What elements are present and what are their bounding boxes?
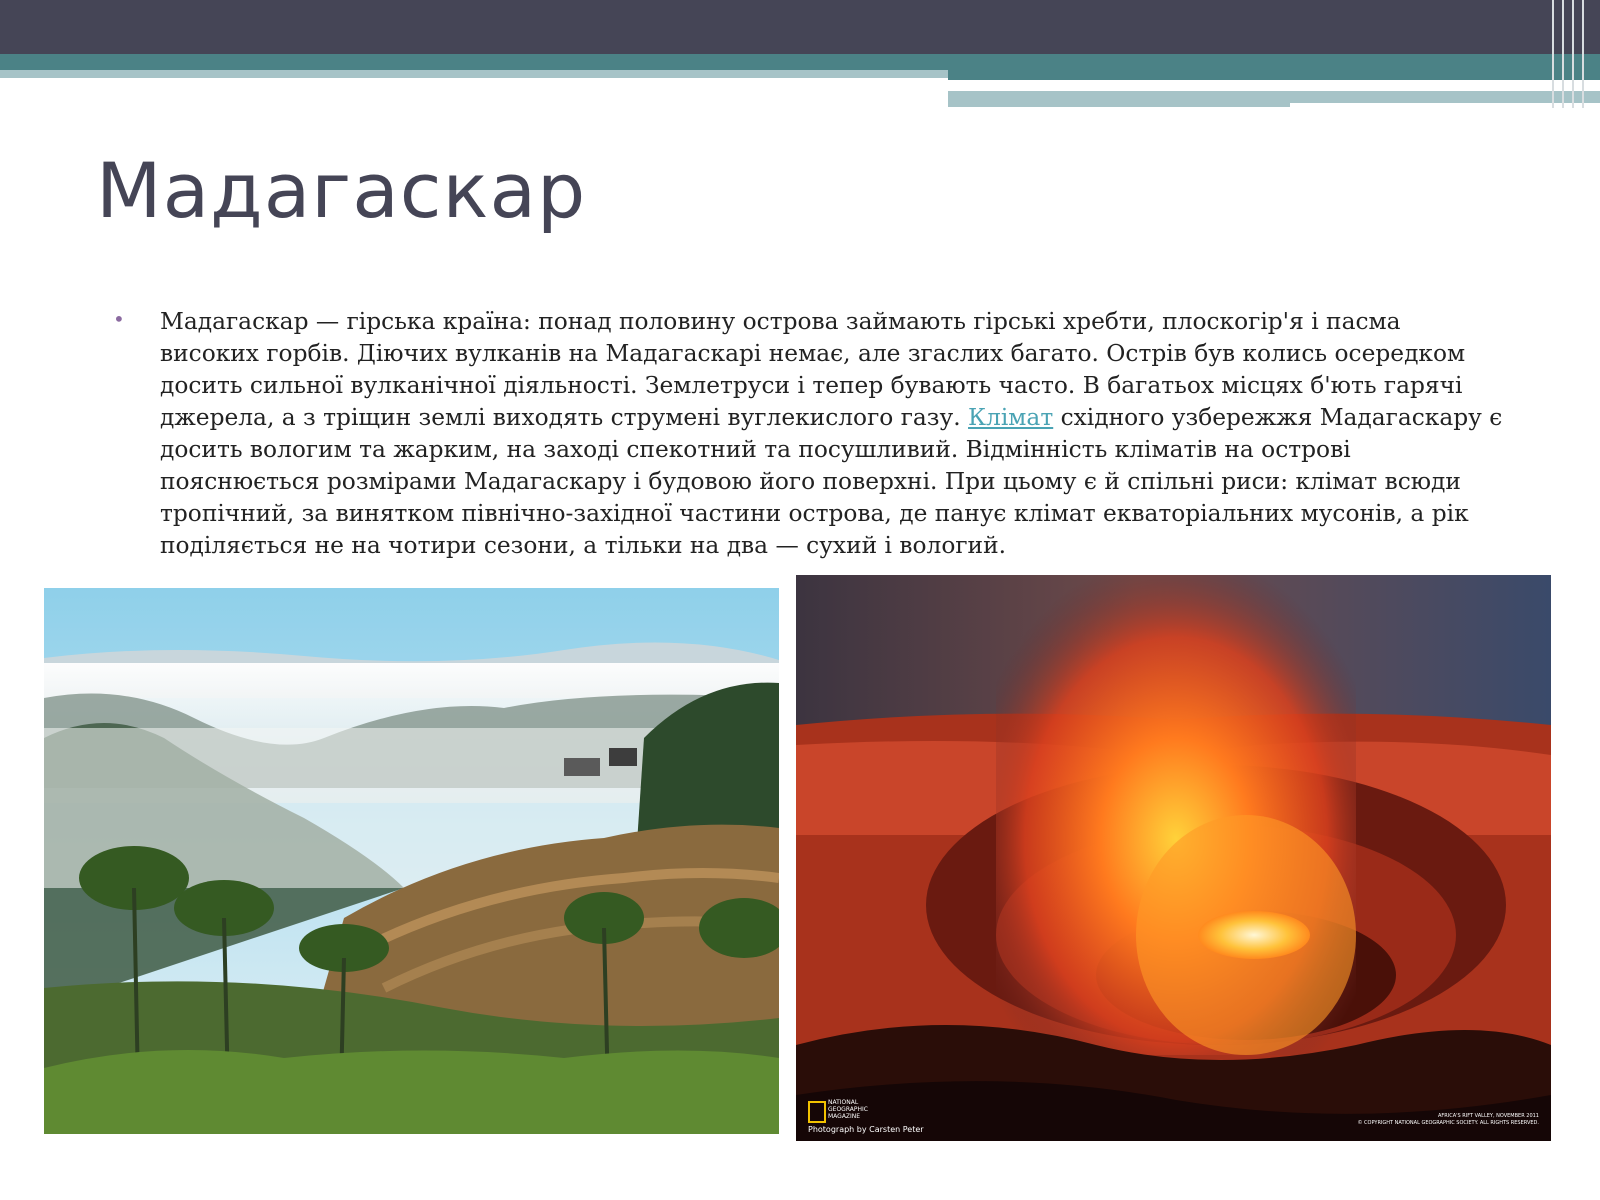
header-band-teal bbox=[0, 54, 1600, 70]
header-stripe bbox=[1562, 0, 1564, 108]
header-stripe bbox=[1572, 0, 1574, 108]
header-stripe bbox=[1582, 0, 1584, 108]
photo-caption-line: AFRICA'S RIFT VALLEY, NOVEMBER 2011 bbox=[1437, 1113, 1539, 1119]
slide-title: Мадагаскар bbox=[96, 146, 587, 235]
photo-credit: Photograph by Carsten Peter bbox=[808, 1125, 924, 1134]
natgeo-logo-text: NATIONAL GEOGRAPHIC MAGAZINE bbox=[828, 1099, 868, 1120]
natgeo-logo-icon bbox=[808, 1101, 826, 1123]
misty-hills-photo bbox=[44, 588, 779, 1134]
climate-link[interactable]: Клімат bbox=[968, 404, 1053, 431]
bullet-icon: • bbox=[113, 307, 125, 331]
header-band-light bbox=[0, 70, 948, 78]
photo-caption: AFRICA'S RIFT VALLEY, NOVEMBER 2011 © CO… bbox=[1357, 1113, 1539, 1127]
header-band-right-teal bbox=[948, 70, 1600, 80]
header-stripe bbox=[1552, 0, 1554, 108]
body-paragraph: Мадагаскар — гірська країна: понад полов… bbox=[160, 306, 1505, 562]
photo-caption-line: © COPYRIGHT NATIONAL GEOGRAPHIC SOCIETY.… bbox=[1357, 1120, 1539, 1126]
header-band-dark bbox=[0, 0, 1600, 54]
volcano-crater-photo: NATIONAL GEOGRAPHIC MAGAZINE Photograph … bbox=[796, 575, 1551, 1141]
